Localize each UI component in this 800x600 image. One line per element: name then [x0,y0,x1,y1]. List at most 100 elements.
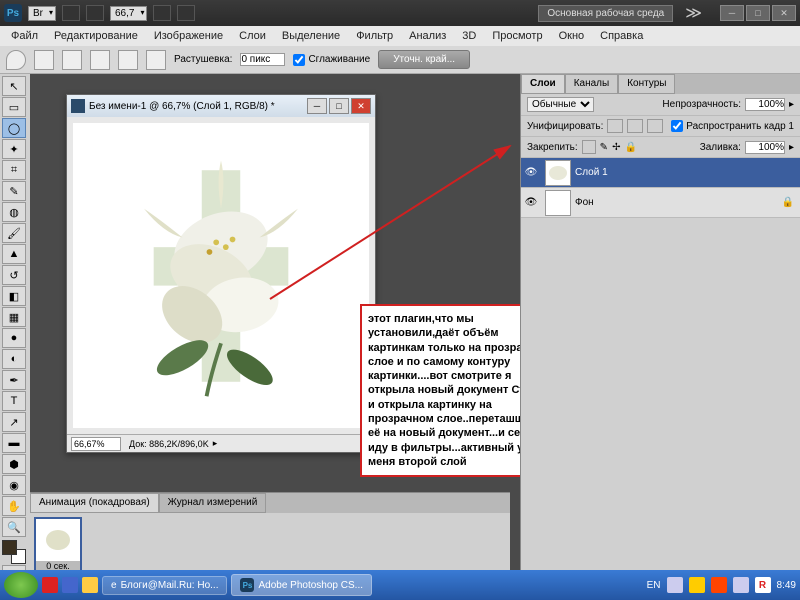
opacity-arrow-icon[interactable]: ▸ [789,99,794,110]
tray-icon[interactable] [689,577,705,593]
3d-cam-tool[interactable]: ◉ [2,475,26,495]
tab-animation[interactable]: Анимация (покадровая) [30,493,159,513]
expand-icon[interactable]: ≫ [685,3,702,23]
menu-edit[interactable]: Редактирование [47,28,145,44]
menu-image[interactable]: Изображение [147,28,230,44]
layer-thumb[interactable] [545,190,571,216]
tab-measurement-log[interactable]: Журнал измерений [159,493,267,513]
tray-icon[interactable] [711,577,727,593]
crop-tool[interactable]: ⌗ [2,160,26,180]
doc-close[interactable]: ✕ [351,98,371,114]
menu-filter[interactable]: Фильтр [349,28,400,44]
selection-mode-sub[interactable] [118,50,138,70]
propagate-checkbox[interactable] [671,120,683,132]
unify-vis-icon[interactable] [627,119,643,133]
stamp-tool[interactable]: ▲ [2,244,26,264]
minimize-button[interactable]: ─ [720,5,744,21]
gradient-tool[interactable]: ▦ [2,307,26,327]
tray-icon[interactable] [733,577,749,593]
blur-tool[interactable]: ● [2,328,26,348]
lasso-preset-icon[interactable] [34,50,54,70]
animation-frame[interactable]: 0 сек. [34,517,82,573]
refine-edge-button[interactable]: Уточн. край... [378,50,470,69]
quick-launch-icon[interactable] [82,577,98,593]
unify-style-icon[interactable] [647,119,663,133]
doc-info-arrow-icon[interactable]: ▸ [213,438,218,449]
flower-image [121,151,321,401]
lock-label: Закрепить: [527,142,578,153]
selection-mode-intersect[interactable] [146,50,166,70]
selection-mode-new[interactable] [62,50,82,70]
maximize-button[interactable]: □ [746,5,770,21]
blend-mode-dropdown[interactable]: Обычные [527,97,594,112]
lasso-tool[interactable]: ◯ [2,118,26,138]
layer-row-active[interactable]: 👁 Слой 1 [521,158,800,188]
menu-window[interactable]: Окно [552,28,592,44]
hand-icon[interactable] [62,5,80,21]
canvas[interactable] [73,123,369,428]
menu-select[interactable]: Выделение [275,28,347,44]
lock-transparent-icon[interactable] [582,140,596,154]
tray-icon[interactable] [667,577,683,593]
fill-input[interactable] [745,141,785,154]
zoom-icon[interactable] [86,5,104,21]
lasso-icon[interactable] [6,50,26,70]
feather-input[interactable] [240,53,285,66]
workspace-switcher[interactable]: Основная рабочая среда [538,5,673,22]
tray-avira-icon[interactable]: R [755,577,771,593]
quick-launch-icon[interactable] [42,577,58,593]
zoom-input[interactable] [71,437,121,451]
type-tool[interactable]: T [2,391,26,411]
color-swatches[interactable] [2,540,26,564]
taskbar-item-browser[interactable]: eБлоги@Mail.Ru: Но... [102,576,227,595]
shape-tool[interactable]: ▬ [2,433,26,453]
doc-minimize[interactable]: ─ [307,98,327,114]
marquee-tool[interactable]: ▭ [2,97,26,117]
layer-thumb[interactable] [545,160,571,186]
eyedropper-tool[interactable]: ✎ [2,181,26,201]
zoom-dropdown[interactable]: 66,7 [110,6,147,21]
path-tool[interactable]: ↗ [2,412,26,432]
lock-pixels-icon[interactable]: ✎ [600,142,608,153]
menu-file[interactable]: Файл [4,28,45,44]
lock-all-icon[interactable]: 🔒 [624,142,636,153]
brush-tool[interactable]: 🖌 [2,223,26,243]
clock[interactable]: 8:49 [777,580,796,591]
menu-analysis[interactable]: Анализ [402,28,453,44]
menu-help[interactable]: Справка [593,28,650,44]
visibility-icon[interactable]: 👁 [521,197,541,208]
quick-launch-icon[interactable] [62,577,78,593]
start-button[interactable] [4,572,38,598]
hand-tool[interactable]: ✋ [2,496,26,516]
unify-pos-icon[interactable] [607,119,623,133]
screen-mode-icon[interactable] [177,5,195,21]
lock-position-icon[interactable]: ✢ [612,142,620,153]
pen-tool[interactable]: ✒ [2,370,26,390]
menu-view[interactable]: Просмотр [485,28,549,44]
menu-3d[interactable]: 3D [455,28,483,44]
bridge-dropdown[interactable]: Br [28,6,56,21]
close-button[interactable]: ✕ [772,5,796,21]
doc-maximize[interactable]: □ [329,98,349,114]
tab-paths[interactable]: Контуры [618,74,675,94]
zoom-tool[interactable]: 🔍 [2,517,26,537]
antialias-checkbox[interactable] [293,54,305,66]
visibility-icon[interactable]: 👁 [521,167,541,178]
lang-indicator[interactable]: EN [647,580,661,591]
menu-layer[interactable]: Слои [232,28,273,44]
view-icon[interactable] [153,5,171,21]
dodge-tool[interactable]: ◐ [2,349,26,369]
wand-tool[interactable]: ✦ [2,139,26,159]
3d-tool[interactable]: ⬢ [2,454,26,474]
layer-row-bg[interactable]: 👁 Фон 🔒 [521,188,800,218]
selection-mode-add[interactable] [90,50,110,70]
move-tool[interactable]: ↖ [2,76,26,96]
fill-arrow-icon[interactable]: ▸ [789,142,794,153]
taskbar-item-photoshop[interactable]: PsAdobe Photoshop CS... [231,574,372,596]
history-brush-tool[interactable]: ↺ [2,265,26,285]
healing-tool[interactable]: ◍ [2,202,26,222]
eraser-tool[interactable]: ◧ [2,286,26,306]
opacity-input[interactable] [745,98,785,111]
tab-channels[interactable]: Каналы [565,74,619,94]
tab-layers[interactable]: Слои [521,74,565,94]
